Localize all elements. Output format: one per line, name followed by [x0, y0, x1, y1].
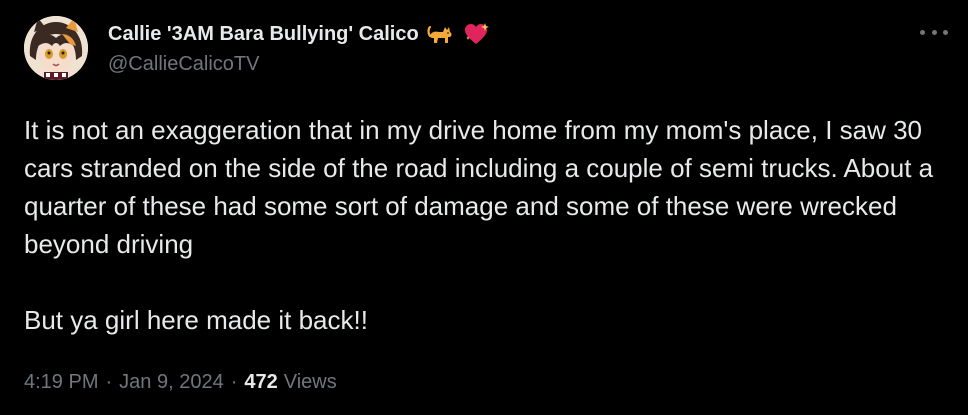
- sparkling-heart-icon: [463, 22, 491, 46]
- meta-separator: ·: [230, 371, 238, 393]
- tweet-header: Callie '3AM Bara Bullying' Calico @Calli…: [24, 16, 944, 80]
- tweet-card: Callie '3AM Bara Bullying' Calico @Calli…: [0, 0, 968, 415]
- more-dot: [931, 29, 937, 35]
- views-count[interactable]: 472: [244, 368, 277, 396]
- tweet-meta: 4:19 PM · Jan 9, 2024 · 472 Views: [24, 368, 337, 396]
- meta-separator: ·: [105, 371, 113, 393]
- tweet-text: It is not an exaggeration that in my dri…: [24, 111, 944, 339]
- author-handle[interactable]: @CallieCalicoTV: [108, 52, 491, 76]
- tweet-paragraph: But ya girl here made it back!!: [24, 305, 368, 335]
- views-label[interactable]: Views: [284, 368, 337, 396]
- more-dot: [943, 29, 948, 35]
- tweet-time[interactable]: 4:19 PM: [24, 368, 98, 396]
- more-dot: [920, 29, 925, 35]
- avatar[interactable]: [24, 16, 88, 80]
- tweet-paragraph: It is not an exaggeration that in my dri…: [24, 115, 934, 259]
- more-options-icon[interactable]: [920, 20, 948, 44]
- display-name[interactable]: Callie '3AM Bara Bullying' Calico: [108, 22, 419, 46]
- display-name-row[interactable]: Callie '3AM Bara Bullying' Calico: [108, 22, 491, 46]
- cat-emoji-icon: [427, 22, 455, 46]
- author-names: Callie '3AM Bara Bullying' Calico @Calli…: [108, 16, 491, 76]
- tweet-date[interactable]: Jan 9, 2024: [119, 368, 224, 396]
